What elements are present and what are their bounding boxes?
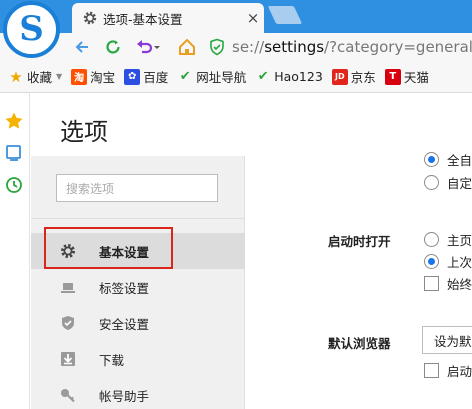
option-label: 全自: [447, 153, 472, 168]
option-label: 自定: [447, 176, 472, 191]
tab-icon: [61, 283, 75, 293]
bookmark-jd[interactable]: JD 京东: [331, 67, 376, 86]
radio-button[interactable]: [424, 232, 439, 247]
back-button[interactable]: [70, 35, 94, 59]
tab-title: 选项-基本设置: [103, 11, 183, 27]
radio-button[interactable]: [424, 254, 439, 269]
close-icon[interactable]: ×: [242, 9, 264, 27]
bookmark-favorites[interactable]: ★ 收藏 ▼: [8, 67, 62, 86]
option-radio[interactable]: 全自: [424, 150, 472, 169]
key-icon: [61, 389, 75, 403]
star-icon: ★: [9, 67, 23, 86]
address-bar[interactable]: se://settings/?category=general: [208, 35, 472, 59]
baidu-icon: ✿: [124, 68, 141, 85]
sidebar-item-download[interactable]: 下载: [31, 341, 245, 377]
checkbox[interactable]: [424, 276, 439, 291]
download-icon: [61, 352, 75, 366]
hao123-icon: ✔: [257, 69, 269, 84]
startup-option-home[interactable]: 主页: [424, 230, 472, 249]
sogou-logo-icon: S: [19, 8, 44, 49]
checkbox[interactable]: [424, 363, 439, 378]
refresh-button[interactable]: [101, 35, 125, 59]
taobao-icon: 淘: [71, 68, 88, 85]
browser-logo[interactable]: S: [3, 1, 60, 58]
address-path: /?category=general: [324, 38, 472, 56]
bookmark-baidu[interactable]: ✿ 百度: [124, 67, 168, 86]
home-button[interactable]: [175, 35, 199, 59]
title-bar: 选项-基本设置 ×: [0, 0, 472, 33]
jd-icon: JD: [331, 68, 348, 85]
navigation-bar: se://settings/?category=general: [0, 33, 472, 61]
bookmark-hao-nav[interactable]: ✔ 网址导航: [177, 67, 246, 86]
undo-close-button[interactable]: [132, 35, 164, 59]
sidebar-item-security[interactable]: 安全设置: [31, 305, 245, 341]
sidebar-item-tabs[interactable]: 标签设置: [31, 269, 245, 305]
option-label: 启动: [447, 364, 472, 379]
radio-button[interactable]: [424, 152, 439, 167]
address-scheme: se://: [232, 38, 265, 56]
bookmark-label: Hao123: [274, 69, 323, 84]
address-host: settings: [264, 38, 325, 56]
bookmarks-bar: ★ 收藏 ▼ 淘 淘宝 ✿ 百度 ✔ 网址导航 ✔ Hao123 JD 京东 T…: [0, 61, 472, 93]
favorites-star-icon[interactable]: [4, 111, 24, 131]
bookmark-label: 京东: [350, 70, 376, 85]
new-tab-button[interactable]: [267, 6, 303, 24]
default-browser-check-option[interactable]: 启动: [424, 361, 472, 380]
option-label: 上次: [447, 255, 472, 270]
home-icon: [179, 38, 195, 55]
gear-icon: [83, 11, 97, 25]
search-input[interactable]: 搜索选项: [56, 174, 218, 202]
bookmark-label: 天猫: [403, 70, 429, 85]
bookmark-tmall[interactable]: T 天猫: [384, 67, 429, 86]
sidebar-item-label: 安全设置: [99, 316, 150, 332]
tmall-icon: T: [384, 68, 401, 85]
sidebar-item-label: 帐号助手: [99, 388, 150, 404]
startup-option-last-session[interactable]: 上次: [424, 252, 472, 271]
sidebar-item-label: 标签设置: [99, 280, 150, 296]
tab-settings[interactable]: 选项-基本设置 ×: [72, 3, 264, 33]
sidebar-item-account[interactable]: 帐号助手: [31, 377, 245, 409]
radio-button[interactable]: [424, 175, 439, 190]
back-arrow-icon: [75, 41, 88, 53]
bookmark-label: 百度: [143, 70, 169, 85]
history-clock-icon[interactable]: [4, 175, 24, 195]
shield-icon: [62, 316, 74, 330]
sidebar-divider: [31, 218, 245, 219]
page-title: 选项: [60, 118, 108, 146]
bookmark-label: 收藏: [27, 70, 53, 85]
startup-label: 启动时打开: [328, 234, 391, 249]
option-label: 主页: [447, 233, 472, 248]
sidebar-item-label: 下载: [99, 352, 125, 368]
refresh-icon: [106, 40, 120, 54]
undo-icon: [137, 40, 160, 54]
chevron-down-icon: ▼: [56, 72, 63, 81]
side-rail: [0, 93, 30, 409]
startup-option-always[interactable]: 始终: [424, 274, 472, 293]
hao-icon: ✔: [179, 69, 191, 84]
option-label: 始终: [447, 277, 472, 292]
secure-shield-icon: [210, 38, 224, 56]
bookmark-label: 淘宝: [90, 70, 116, 85]
set-default-browser-button[interactable]: 设为默: [422, 326, 472, 354]
reader-icon[interactable]: [4, 143, 24, 163]
option-radio[interactable]: 自定: [424, 173, 472, 192]
selection-highlight-box: [44, 227, 173, 269]
bookmark-taobao[interactable]: 淘 淘宝: [71, 67, 115, 86]
bookmark-label: 网址导航: [196, 70, 247, 85]
bookmark-hao123[interactable]: ✔ Hao123: [255, 69, 323, 85]
default-browser-label: 默认浏览器: [328, 336, 391, 351]
